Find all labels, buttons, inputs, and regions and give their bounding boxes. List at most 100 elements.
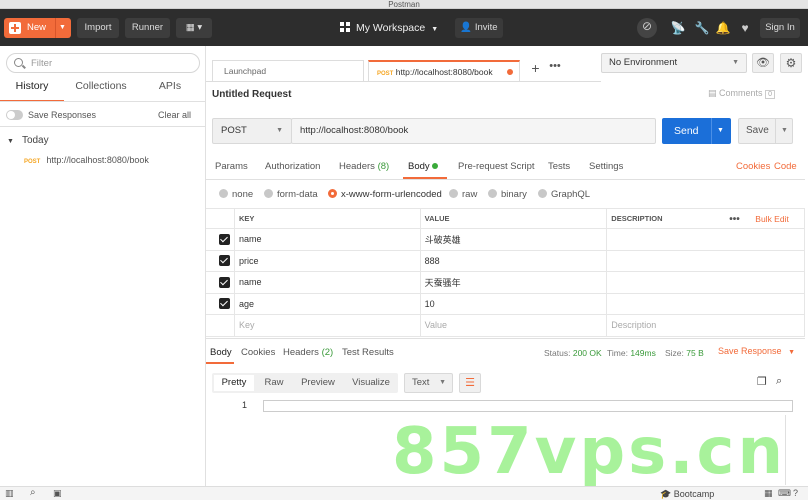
key-cell[interactable]: age [234, 293, 421, 315]
heart-icon[interactable]: ♥ [737, 20, 753, 36]
console-icon[interactable]: ▣ [53, 488, 62, 499]
tab-settings[interactable]: Settings [589, 161, 623, 172]
view-preview[interactable]: Preview [297, 373, 339, 393]
checkbox-checked[interactable] [219, 233, 230, 245]
bulk-edit-link[interactable]: Bulk Edit [755, 214, 789, 224]
method-select[interactable]: POST ▼ [212, 118, 292, 144]
description-cell[interactable] [606, 271, 805, 294]
eye-icon[interactable]: 👁 [752, 53, 774, 73]
resp-tab-test-results[interactable]: Test Results [342, 347, 394, 358]
tab-launchpad[interactable]: Launchpad [212, 60, 364, 81]
new-window-button[interactable]: ▦ ▾ [176, 18, 212, 38]
cookies-link[interactable]: Cookies [736, 161, 770, 172]
tab-prerequest[interactable]: Pre-request Script [458, 161, 535, 172]
tab-apis[interactable]: APIs [138, 80, 202, 100]
sidebar-toggle-icon[interactable]: ▥ [5, 488, 14, 499]
search-icon[interactable]: ⌕ [776, 375, 782, 388]
tab-tests[interactable]: Tests [548, 161, 570, 172]
row-checkbox[interactable] [206, 293, 235, 315]
radio-binary[interactable]: binary [488, 189, 527, 200]
radio-circle [264, 189, 273, 198]
tab-headers[interactable]: Headers (8) [339, 161, 389, 172]
add-tab-icon[interactable]: + [527, 60, 544, 80]
gear-icon[interactable]: ⚙ [780, 53, 802, 73]
view-raw[interactable]: Raw [256, 373, 292, 393]
tab-request[interactable]: POST http://localhost:8080/book [368, 60, 520, 81]
caret-down-icon[interactable]: ▼ [59, 18, 66, 38]
history-group-today[interactable]: ▼ Today [7, 135, 49, 146]
row-checkbox[interactable] [206, 271, 235, 294]
description-cell[interactable] [606, 250, 805, 272]
row-checkbox[interactable] [206, 250, 235, 272]
radio-form-data[interactable]: form-data [264, 189, 318, 200]
tab-collections[interactable]: Collections [68, 80, 134, 100]
radio-graphql[interactable]: GraphQL [538, 189, 590, 200]
row-checkbox[interactable] [206, 228, 235, 251]
column-header-description: DESCRIPTION ••• Bulk Edit [606, 208, 805, 229]
radio-urlencoded[interactable]: x-www-form-urlencoded [328, 189, 442, 200]
checkbox-checked[interactable] [219, 276, 230, 288]
search-icon[interactable]: ⌕ [30, 487, 36, 498]
satellite-icon[interactable]: 📡 [670, 20, 686, 36]
tab-authorization[interactable]: Authorization [265, 161, 320, 172]
code-link[interactable]: Code [774, 161, 797, 172]
history-item[interactable]: POST http://localhost:8080/book [24, 155, 149, 165]
new-button[interactable]: New ▼ [4, 18, 71, 38]
key-placeholder[interactable]: Key [234, 314, 421, 337]
invite-button[interactable]: 👤 Invite [455, 18, 503, 38]
send-button[interactable]: Send ▼ [662, 118, 731, 144]
comments-button[interactable]: ▤ Comments 0 [708, 88, 775, 99]
tab-body[interactable]: Body [408, 161, 439, 172]
resp-tab-body[interactable]: Body [210, 347, 232, 358]
description-cell[interactable] [606, 228, 805, 251]
layout-icon[interactable]: ▦ [764, 488, 773, 499]
view-pretty[interactable]: Pretty [214, 375, 254, 391]
caret-down-icon: ▼ [431, 26, 439, 33]
wrap-lines-icon[interactable]: ☰ [459, 373, 481, 393]
url-input[interactable]: http://localhost:8080/book [291, 118, 656, 144]
format-select[interactable]: Text ▼ [404, 373, 453, 393]
value-cell[interactable]: 天蚕骚年 [420, 271, 608, 294]
value-cell[interactable]: 斗破英雄 [420, 228, 608, 251]
environment-select[interactable]: No Environment ▼ [601, 53, 747, 73]
clear-all-button[interactable]: Clear all [158, 110, 191, 120]
bootcamp-link[interactable]: 🎓 Bootcamp [660, 489, 714, 500]
description-placeholder[interactable]: Description [606, 314, 805, 337]
response-body-editor[interactable] [263, 400, 793, 412]
more-icon[interactable]: ••• [545, 60, 565, 80]
request-name[interactable]: Untitled Request [212, 89, 291, 100]
resp-tab-cookies[interactable]: Cookies [241, 347, 275, 358]
help-icon[interactable]: ? [793, 488, 798, 498]
value-cell[interactable]: 10 [420, 293, 608, 315]
value-cell[interactable]: 888 [420, 250, 608, 272]
radio-none[interactable]: none [219, 189, 253, 200]
import-button[interactable]: Import [77, 18, 119, 38]
filter-input[interactable]: Filter [6, 53, 200, 73]
checkbox-checked[interactable] [219, 255, 230, 267]
copy-icon[interactable]: ❐ [757, 375, 767, 388]
save-response-button[interactable]: Save Response ▼ [718, 346, 795, 356]
value-placeholder[interactable]: Value [420, 314, 608, 337]
bell-icon[interactable]: 🔔 [715, 20, 731, 36]
sync-off-icon[interactable]: ⊘ [637, 18, 657, 38]
view-visualize[interactable]: Visualize [347, 373, 395, 393]
checkbox-checked[interactable] [219, 298, 230, 310]
radio-raw[interactable]: raw [449, 189, 477, 200]
key-cell[interactable]: name [234, 228, 421, 251]
tab-history[interactable]: History [0, 80, 64, 102]
save-responses-toggle[interactable] [6, 110, 23, 120]
wrench-icon[interactable]: 🔧 [694, 20, 710, 36]
radio-label: none [232, 189, 254, 200]
keyboard-icon[interactable]: ⌨ [778, 488, 791, 499]
description-cell[interactable] [606, 293, 805, 315]
save-button[interactable]: Save ▼ [738, 118, 793, 144]
key-cell[interactable]: name [234, 271, 421, 294]
resp-tab-headers[interactable]: Headers (2) [283, 347, 333, 358]
body-active-dot-icon [432, 163, 439, 169]
more-icon[interactable]: ••• [729, 214, 740, 225]
sign-in-button[interactable]: Sign In [760, 18, 800, 38]
workspace-selector[interactable]: My Workspace ▼ [340, 18, 438, 38]
tab-params[interactable]: Params [215, 161, 248, 172]
key-cell[interactable]: price [234, 250, 421, 272]
runner-button[interactable]: Runner [125, 18, 170, 38]
